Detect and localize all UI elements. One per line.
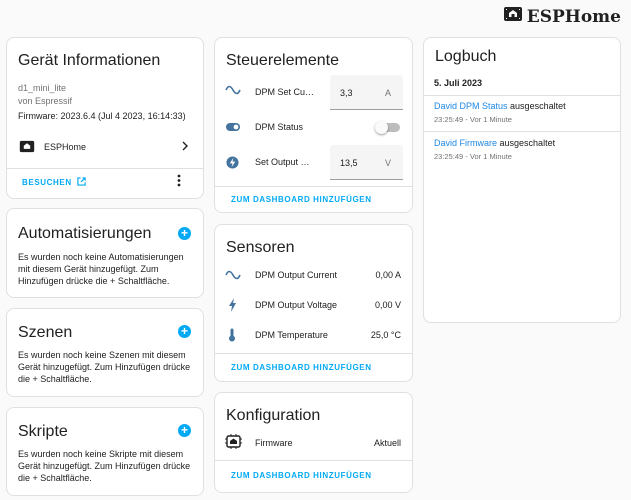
- divider: [215, 186, 412, 187]
- logbook-entity-link[interactable]: David DPM Status: [434, 101, 508, 111]
- sensors-title: Sensoren: [226, 239, 295, 256]
- control-label-set-current: DPM Set Current: [255, 87, 315, 97]
- device-model: d1_mini_lite: [18, 83, 67, 93]
- esphome-brand: ESPHome: [503, 6, 621, 27]
- firmware-update-icon: [225, 434, 242, 449]
- esphome-logo-icon: [503, 6, 523, 27]
- add-scene-button[interactable]: +: [178, 325, 191, 338]
- device-manufacturer: von Espressif: [18, 96, 73, 106]
- control-label-set-voltage: Set Output Voltage: [255, 157, 315, 167]
- add-script-button[interactable]: +: [178, 424, 191, 437]
- sensor-label-output-current: DPM Output Current: [255, 270, 338, 280]
- set-voltage-value: 13,5: [340, 158, 358, 168]
- device-firmware: Firmware: 2023.6.4 (Jul 4 2023, 16:14:33…: [18, 111, 186, 121]
- sensor-value-output-current: 0,00 A: [375, 270, 401, 280]
- visit-button[interactable]: BESUCHEN: [22, 177, 86, 188]
- divider: [7, 168, 203, 169]
- visit-label: BESUCHEN: [22, 178, 72, 187]
- sensor-value-output-voltage: 0,00 V: [374, 300, 401, 310]
- scenes-card: Szenen + Es wurden noch keine Szenen mit…: [6, 308, 204, 397]
- controls-add-dashboard-button[interactable]: ZUM DASHBOARD HINZUFÜGEN: [231, 195, 372, 204]
- esphome-integration-icon: [19, 140, 35, 153]
- logbook-entry: David DPM Status ausgeschaltet 23:25:49 …: [434, 101, 612, 124]
- set-voltage-unit: V: [384, 158, 391, 168]
- current-ac-icon: [225, 85, 241, 95]
- automations-title: Automatisierungen: [18, 225, 152, 242]
- scripts-card: Skripte + Es wurden noch keine Skripte m…: [6, 407, 204, 496]
- integration-row[interactable]: ESPHome: [7, 136, 203, 158]
- flash-icon: [226, 156, 239, 169]
- sensor-value-temperature: 25,0 °C: [370, 330, 401, 340]
- toggle-switch-icon: [226, 123, 240, 131]
- config-label-firmware: Firmware: [255, 438, 293, 448]
- logbook-title: Logbuch: [435, 48, 497, 65]
- divider: [215, 460, 412, 461]
- set-current-value: 3,3: [340, 88, 353, 98]
- divider: [424, 131, 620, 132]
- divider: [424, 95, 620, 96]
- logbook-entity-link[interactable]: David Firmware: [434, 138, 497, 148]
- current-ac-icon: [225, 270, 241, 280]
- flash-icon: [228, 298, 237, 312]
- automations-card: Automatisierungen + Es wurden noch keine…: [6, 208, 204, 298]
- sensor-label-temperature: DPM Temperature: [255, 330, 328, 340]
- scenes-title: Szenen: [18, 324, 73, 341]
- set-current-input[interactable]: 3,3 A: [330, 75, 403, 110]
- dpm-status-toggle[interactable]: [375, 120, 401, 134]
- toggle-knob: [375, 121, 388, 134]
- chevron-right-icon: [181, 141, 189, 151]
- sensors-card: Sensoren DPM Output Current 0,00 A DPM O…: [214, 224, 413, 382]
- controls-title: Steuerelemente: [226, 52, 339, 69]
- sensors-add-dashboard-button[interactable]: ZUM DASHBOARD HINZUFÜGEN: [231, 363, 372, 372]
- logbook-card: Logbuch 5. Juli 2023 David DPM Status au…: [423, 37, 621, 323]
- device-info-title: Gerät Informationen: [18, 52, 161, 69]
- config-value-firmware: Aktuell: [373, 438, 401, 448]
- thermometer-icon: [228, 328, 236, 342]
- open-in-new-icon: [77, 177, 86, 188]
- logbook-time: 23:25:49 - Vor 1 Minute: [434, 152, 512, 161]
- set-current-unit: A: [384, 88, 391, 98]
- control-label-status: DPM Status: [255, 122, 304, 132]
- logbook-entry: David Firmware ausgeschaltet 23:25:49 - …: [434, 138, 612, 161]
- more-vert-icon[interactable]: [177, 174, 181, 187]
- scripts-title: Skripte: [18, 423, 68, 440]
- set-voltage-input[interactable]: 13,5 V: [330, 145, 403, 180]
- divider: [215, 353, 412, 354]
- logbook-time: 23:25:49 - Vor 1 Minute: [434, 115, 512, 124]
- configuration-add-dashboard-button[interactable]: ZUM DASHBOARD HINZUFÜGEN: [231, 471, 372, 480]
- logbook-action: ausgeschaltet: [510, 101, 566, 111]
- logbook-entry-text: David Firmware ausgeschaltet: [434, 138, 612, 148]
- scenes-description: Es wurden noch keine Szenen mit diesem G…: [18, 350, 191, 384]
- controls-card: Steuerelemente DPM Set Current 3,3 A DPM…: [214, 37, 413, 213]
- automations-description: Es wurden noch keine Automatisierungen m…: [18, 252, 184, 286]
- sensor-label-output-voltage: DPM Output Voltage: [255, 300, 338, 310]
- configuration-card: Konfiguration Firmware Aktuell ZUM DASHB…: [214, 392, 413, 493]
- add-automation-button[interactable]: +: [178, 227, 191, 240]
- configuration-title: Konfiguration: [226, 407, 321, 424]
- logbook-date: 5. Juli 2023: [434, 78, 483, 88]
- logbook-action: ausgeschaltet: [499, 138, 556, 148]
- device-info-card: Gerät Informationen d1_mini_lite von Esp…: [6, 37, 204, 199]
- scripts-description: Es wurden noch keine Skripte mit diesem …: [18, 449, 191, 483]
- brand-name: ESPHome: [526, 6, 621, 27]
- logbook-entry-text: David DPM Status ausgeschaltet: [434, 101, 612, 111]
- integration-label: ESPHome: [44, 142, 87, 152]
